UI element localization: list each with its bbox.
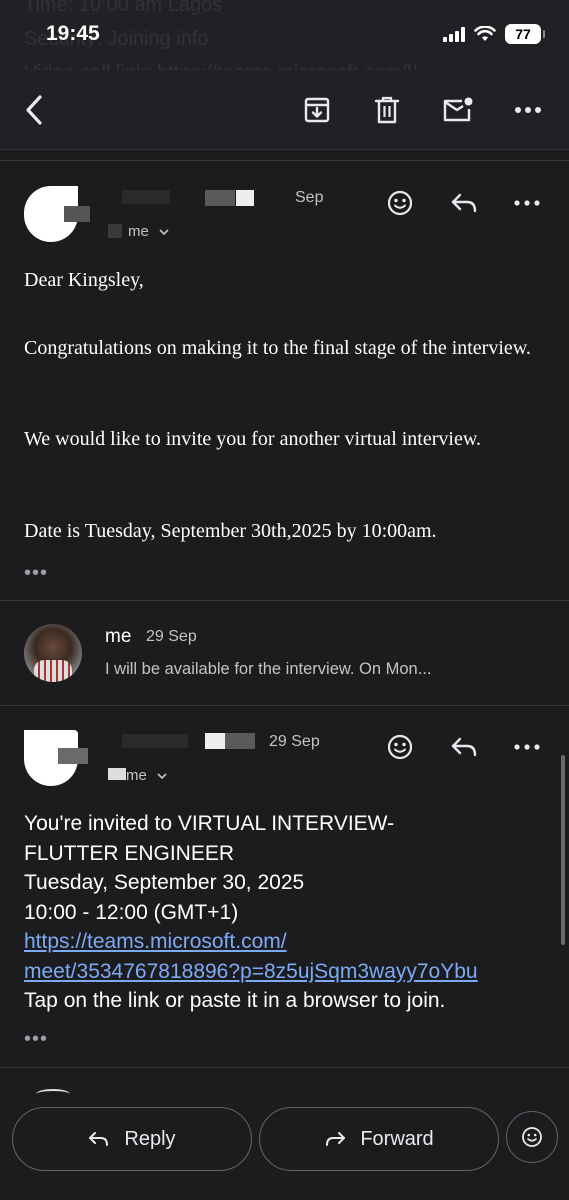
redaction-block	[122, 190, 170, 204]
reply-icon	[451, 737, 477, 757]
redaction-block	[58, 748, 88, 764]
reply-button[interactable]	[446, 729, 482, 765]
wifi-icon	[474, 26, 496, 41]
chevron-down-icon	[159, 229, 169, 236]
redaction-block	[108, 224, 122, 238]
invite-line: Tuesday, September 30, 2025	[24, 871, 305, 894]
reply-icon	[451, 193, 477, 213]
redaction-block	[205, 190, 235, 206]
forward-icon	[326, 1132, 346, 1146]
redaction-block	[64, 206, 90, 222]
ghost-text-line: Time: 10:00 am Lagos	[24, 0, 223, 16]
reply-button[interactable]	[446, 185, 482, 221]
redaction-block	[108, 768, 126, 780]
emoji-react-button[interactable]	[382, 185, 418, 221]
divider	[0, 705, 569, 706]
more-icon	[514, 744, 540, 750]
more-icon	[515, 107, 541, 113]
email-greeting: Dear Kingsley,	[24, 269, 144, 291]
recipient-label[interactable]: me	[126, 767, 167, 784]
more-icon	[514, 200, 540, 206]
recipient-name: me	[126, 767, 147, 784]
message-more-button[interactable]	[509, 185, 545, 221]
reply-label: Reply	[124, 1127, 176, 1150]
invite-line: 10:00 - 12:00 (GMT+1)	[24, 900, 239, 924]
back-button[interactable]	[14, 90, 54, 130]
status-bar: Time: 10:00 am Lagos Security: Joining i…	[0, 0, 569, 84]
reply-all-button[interactable]: Reply	[12, 1107, 252, 1171]
cellular-signal-icon	[443, 26, 465, 42]
mark-unread-icon	[443, 97, 473, 122]
message-date: 29 Sep	[146, 628, 197, 645]
email-paragraph: Date is Tuesday, September 30th,2025 by …	[24, 520, 437, 542]
message-toolbar	[0, 70, 569, 150]
archive-button[interactable]	[297, 90, 337, 130]
status-icons: 77	[443, 24, 545, 44]
meeting-link[interactable]: meet/3534767818896?p=8z5ujSqm3wayy7oYbu	[24, 957, 554, 987]
redaction-block	[225, 733, 255, 749]
trash-icon	[374, 96, 400, 124]
message-more-button[interactable]	[509, 729, 545, 765]
recipient-name: me	[128, 223, 149, 240]
invite-line: Tap on the link or paste it in a browser…	[24, 989, 446, 1012]
forward-button[interactable]: Forward	[259, 1107, 499, 1171]
show-trimmed-content-button[interactable]: •••	[24, 562, 48, 585]
email-paragraph: Congratulations on making it to the fina…	[24, 337, 531, 359]
divider	[0, 1067, 569, 1068]
avatar[interactable]	[24, 624, 82, 682]
smiley-icon	[522, 1127, 542, 1147]
message-snippet: I will be available for the interview. O…	[105, 660, 432, 678]
redaction-block	[236, 190, 254, 206]
smiley-icon	[387, 734, 413, 760]
email-paragraph: We would like to invite you for another …	[24, 428, 481, 450]
meeting-link[interactable]: https://teams.microsoft.com/	[24, 927, 554, 957]
bottom-action-bar: Reply Forward	[0, 1095, 569, 1200]
show-trimmed-content-button[interactable]: •••	[24, 1028, 48, 1051]
divider	[0, 160, 569, 161]
back-arrow-icon	[26, 95, 42, 125]
divider	[0, 600, 569, 601]
mark-unread-button[interactable]	[438, 90, 478, 130]
reply-icon	[89, 1132, 109, 1146]
emoji-react-button[interactable]	[506, 1111, 558, 1163]
forward-label: Forward	[360, 1127, 434, 1150]
scrollbar[interactable]	[561, 755, 565, 945]
more-options-button[interactable]	[508, 90, 548, 130]
message-date: Sep	[295, 189, 324, 206]
status-time: 19:45	[46, 22, 100, 45]
emoji-react-button[interactable]	[382, 729, 418, 765]
delete-button[interactable]	[367, 90, 407, 130]
smiley-icon	[387, 190, 413, 216]
battery-indicator: 77	[505, 24, 545, 44]
message-date: 29 Sep	[269, 733, 320, 750]
sender-name: me	[105, 626, 132, 647]
meeting-invite: You're invited to VIRTUAL INTERVIEW- FLU…	[24, 809, 554, 1016]
chevron-down-icon	[157, 773, 167, 780]
recipient-label[interactable]: me	[128, 223, 169, 240]
archive-icon	[304, 97, 330, 123]
redaction-block	[122, 734, 188, 748]
invite-line: FLUTTER ENGINEER	[24, 841, 235, 865]
invite-line: You're invited to VIRTUAL INTERVIEW-	[24, 812, 395, 835]
redaction-block	[205, 733, 225, 749]
